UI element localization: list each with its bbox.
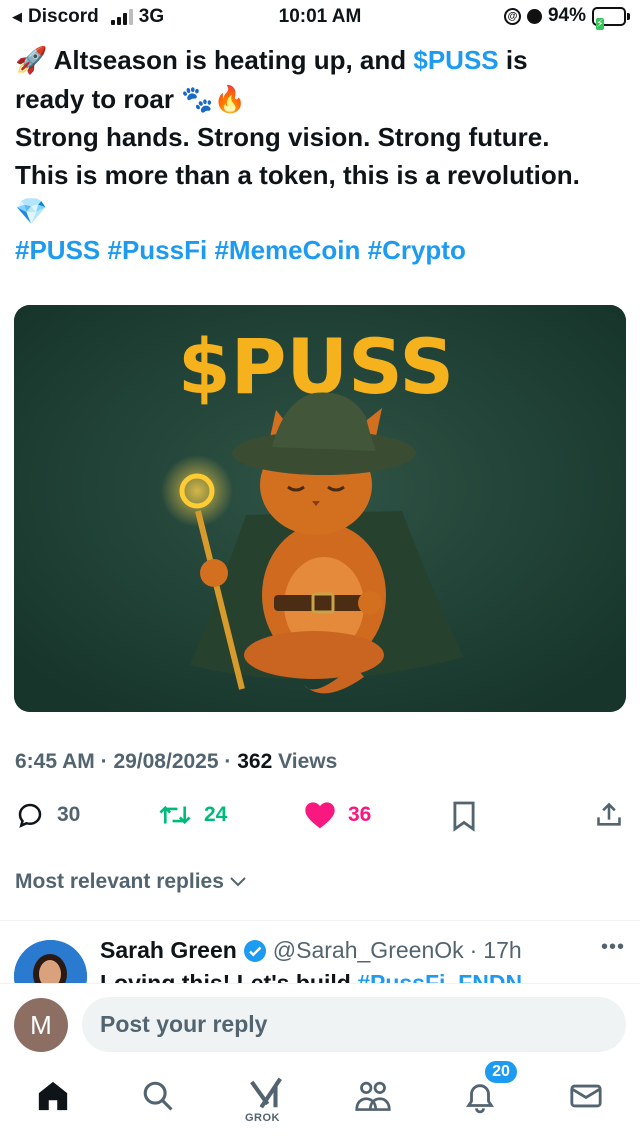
- tweet-actions: 30 24 36: [0, 800, 640, 840]
- tab-search[interactable]: [141, 1079, 175, 1118]
- paws-emoji: 🐾: [181, 84, 214, 115]
- bookmark-icon: [453, 801, 475, 832]
- reply-count: 30: [57, 803, 81, 826]
- share-icon: [597, 802, 621, 826]
- reply-age: 17h: [483, 937, 522, 963]
- replies-sort-label: Most relevant replies: [15, 870, 224, 893]
- communities-icon: [355, 1081, 391, 1111]
- hashtag-puss[interactable]: #PUSS: [15, 235, 100, 265]
- tab-messages[interactable]: [568, 1079, 604, 1118]
- tab-grok[interactable]: [247, 1075, 285, 1116]
- verified-badge-icon: [243, 939, 266, 962]
- tweet-line3: Strong hands. Strong vision. Strong futu…: [15, 122, 550, 152]
- heart-icon: [305, 802, 335, 829]
- reply-author-handle[interactable]: @Sarah_GreenOk: [273, 937, 464, 964]
- fire-emoji: 🔥: [213, 84, 246, 115]
- like-button[interactable]: 36: [304, 800, 371, 830]
- search-icon: [143, 1081, 173, 1111]
- hashtag-memecoin[interactable]: #MemeCoin: [214, 235, 360, 265]
- meta-sep: ·: [100, 750, 108, 773]
- tweet-text: 🚀 Altseason is heating up, and $PUSS is …: [15, 42, 627, 269]
- divider: [0, 920, 640, 921]
- tweet-line1-pre: Altseason is heating up, and: [53, 45, 414, 75]
- reply-icon: [18, 803, 42, 828]
- orientation-lock-icon: @: [503, 7, 521, 25]
- mail-icon: [570, 1084, 602, 1108]
- reply-item[interactable]: Sarah Green @Sarah_GreenOk · 17h ••• Lov…: [0, 930, 640, 985]
- repost-button[interactable]: 24: [158, 800, 227, 830]
- reply-input[interactable]: Post your reply: [82, 997, 626, 1052]
- tab-notifications[interactable]: [463, 1079, 497, 1120]
- like-count: 36: [348, 803, 372, 826]
- tweet-meta: 6:45 AM · 29/08/2025 · 362 Views: [15, 750, 337, 774]
- rocket-emoji: 🚀: [15, 46, 48, 76]
- reply-button[interactable]: 30: [15, 800, 80, 830]
- puss-wizard-cat-illustration: $PUSS: [14, 305, 626, 712]
- hashtag-pussfi[interactable]: #PussFi: [108, 235, 208, 265]
- bookmark-button[interactable]: [451, 800, 477, 832]
- cashtag-link[interactable]: $PUSS: [413, 45, 498, 75]
- hashtag-crypto[interactable]: #Crypto: [368, 235, 466, 265]
- repost-count: 24: [204, 803, 228, 826]
- tweet-image[interactable]: $PUSS: [14, 305, 626, 712]
- reply-author-name[interactable]: Sarah Green: [100, 937, 237, 964]
- bottom-tab-bar: GROK 20: [0, 1059, 640, 1138]
- battery-percent: 94%: [547, 5, 586, 26]
- views-label: Views: [278, 750, 338, 773]
- tab-home[interactable]: [36, 1079, 70, 1118]
- gem-emoji: 💎: [15, 197, 48, 227]
- status-bar: ◀ Discord 3G 10:01 AM @ 94% ⚡: [0, 0, 640, 34]
- post-date: 29/08/2025: [113, 750, 219, 773]
- tweet-line2: ready to roar: [15, 83, 174, 114]
- reply-composer: M Post your reply: [0, 983, 640, 1063]
- notifications-badge: 20: [483, 1059, 519, 1085]
- my-avatar[interactable]: M: [14, 998, 68, 1052]
- alarm-icon: [526, 8, 542, 24]
- repost-icon: [159, 805, 191, 825]
- reply-avatar[interactable]: [14, 940, 87, 985]
- more-options-icon[interactable]: •••: [601, 936, 625, 959]
- tweet-line4: This is more than a token, this is a rev…: [15, 159, 580, 190]
- post-time: 6:45 AM: [15, 750, 95, 773]
- chevron-down-icon: [230, 877, 246, 887]
- battery-icon: ⚡: [592, 6, 630, 30]
- tab-communities[interactable]: [354, 1079, 392, 1118]
- meta-sep-2: ·: [224, 750, 232, 773]
- views-count: 362: [237, 750, 273, 773]
- replies-sort-dropdown[interactable]: Most relevant replies: [15, 870, 248, 894]
- tweet-line1-post: is: [498, 45, 528, 75]
- share-button[interactable]: [595, 800, 623, 830]
- grok-label: GROK: [245, 1112, 280, 1124]
- grok-icon: [250, 1077, 282, 1109]
- home-icon: [38, 1081, 68, 1111]
